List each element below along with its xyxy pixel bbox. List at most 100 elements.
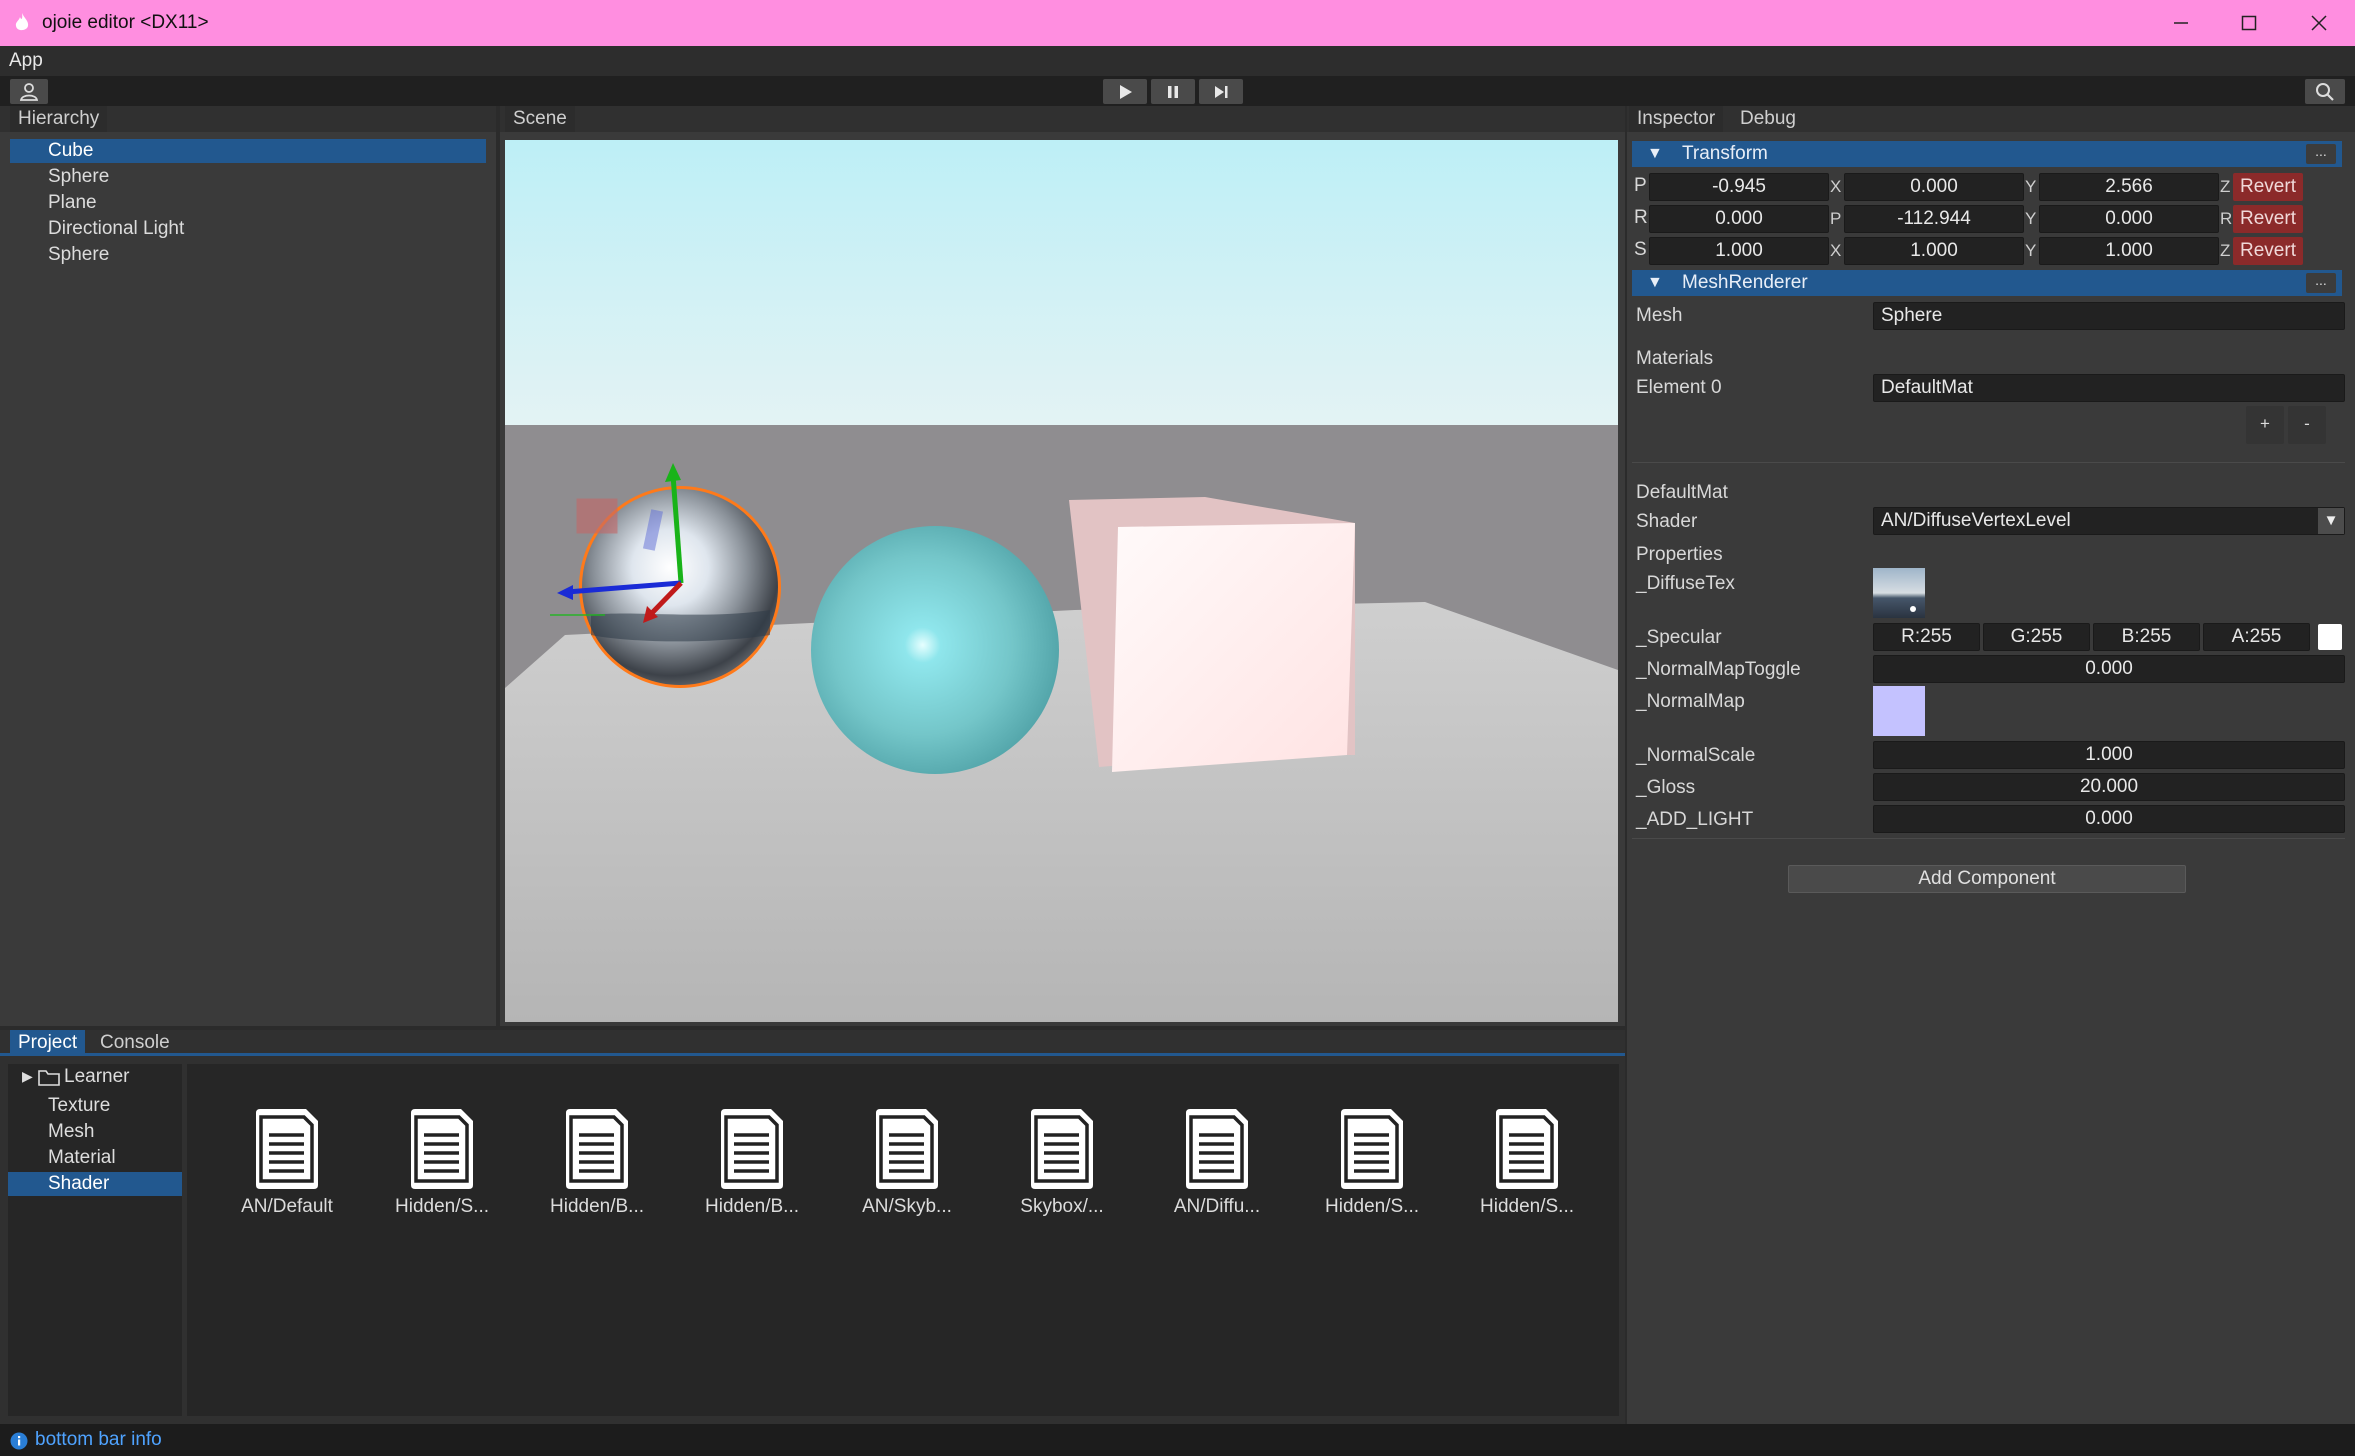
asset-item[interactable]: Hidden/B... [522,1105,652,1235]
asset-item[interactable]: AN/Skyb... [832,1105,962,1235]
hierarchy-item-directional-light[interactable]: Directional Light [10,217,184,241]
search-button[interactable] [2305,79,2345,104]
add-component-button[interactable]: Add Component [1788,865,2186,893]
asset-item[interactable]: Skybox/... [987,1105,1117,1235]
step-button[interactable] [1199,79,1243,104]
hierarchy-item-sphere-2[interactable]: Sphere [10,243,109,267]
material-name-label: DefaultMat [1636,482,1728,503]
position-revert-button[interactable]: Revert [2233,173,2303,201]
asset-item[interactable]: Hidden/B... [677,1105,807,1235]
asset-item[interactable]: Hidden/S... [1452,1105,1582,1235]
tab-project[interactable]: Project [10,1030,86,1056]
hierarchy-item-cube[interactable]: Cube [10,139,486,163]
asset-name: Hidden/B... [705,1196,799,1217]
folder-learner[interactable]: Learner [64,1066,130,1088]
diffuse-texture-thumbnail[interactable] [1873,568,1925,618]
tab-console[interactable]: Console [92,1030,178,1056]
document-icon [721,1109,783,1189]
diffuse-tex-label: _DiffuseTex [1636,573,1735,594]
scale-z-field[interactable]: 1.000 [2039,237,2219,265]
mesh-field[interactable]: Sphere [1873,302,2345,330]
folder-shader[interactable]: Shader [8,1172,182,1196]
title-bar: ojoie editor <DX11> [0,0,2355,46]
gloss-field[interactable]: 20.000 [1873,773,2345,801]
folder-material[interactable]: Material [8,1146,182,1170]
position-z-field[interactable]: 2.566 [2039,173,2219,201]
minimize-button[interactable] [2147,0,2215,46]
materials-label: Materials [1636,348,1714,369]
asset-item[interactable]: Hidden/S... [1297,1105,1427,1235]
add-material-button[interactable]: + [2246,406,2284,444]
normal-map-toggle-field[interactable]: 0.000 [1873,655,2345,683]
scale-y-field[interactable]: 1.000 [1844,237,2024,265]
specular-a-field[interactable]: A:255 [2203,623,2310,651]
toolbar [0,76,2355,106]
folder-texture[interactable]: Texture [8,1094,182,1118]
gizmo-plane-handle[interactable] [576,498,618,534]
tab-debug[interactable]: Debug [1732,106,1804,132]
inspector-tabbar: Inspector Debug [1627,106,2355,132]
specular-g-field[interactable]: G:255 [1983,623,2090,651]
asset-item[interactable]: Hidden/S... [367,1105,497,1235]
pause-button[interactable] [1151,79,1195,104]
tab-hierarchy[interactable]: Hierarchy [10,106,108,132]
scale-x-field[interactable]: 1.000 [1649,237,1829,265]
shader-dropdown[interactable]: AN/DiffuseVertexLevel ▼ [1873,507,2345,535]
user-button[interactable] [10,79,48,104]
meshrenderer-more-button[interactable]: ... [2306,273,2336,293]
rotation-p-field[interactable]: 0.000 [1649,205,1829,233]
element0-label: Element 0 [1636,377,1722,398]
menu-app[interactable]: App [9,50,43,72]
transform-header[interactable]: ▼ Transform ... [1632,141,2342,167]
collapse-triangle-icon: ▼ [1647,274,1663,291]
position-y-field[interactable]: 0.000 [1844,173,2024,201]
add-light-field[interactable]: 0.000 [1873,805,2345,833]
specular-r-field[interactable]: R:255 [1873,623,1980,651]
gloss-label: _Gloss [1636,777,1696,798]
document-icon [1186,1109,1248,1189]
specular-b-field[interactable]: B:255 [2093,623,2200,651]
hierarchy-item-sphere[interactable]: Sphere [10,165,109,189]
element0-field[interactable]: DefaultMat [1873,374,2345,402]
tab-inspector[interactable]: Inspector [1629,106,1724,132]
position-x-field[interactable]: -0.945 [1649,173,1829,201]
user-icon [19,82,39,101]
scale-revert-button[interactable]: Revert [2233,237,2303,265]
axis-z-label: Z [2220,241,2231,260]
asset-item[interactable]: AN/Default [212,1105,342,1235]
folder-mesh[interactable]: Mesh [8,1120,182,1144]
tab-scene[interactable]: Scene [505,106,575,132]
meshrenderer-title: MeshRenderer [1682,272,1808,293]
document-icon [1341,1109,1403,1189]
cube-front[interactable] [1112,523,1355,772]
axis-x-label: X [1830,177,1842,196]
add-light-label: _ADD_LIGHT [1636,809,1754,830]
play-icon [1120,84,1132,99]
status-bar: bottom bar info [0,1424,2355,1456]
teal-sphere[interactable] [811,526,1059,774]
asset-name: Hidden/S... [395,1196,489,1217]
play-button[interactable] [1103,79,1147,104]
asset-item[interactable]: AN/Diffu... [1142,1105,1272,1235]
normal-map-thumbnail[interactable] [1873,686,1925,736]
transform-title: Transform [1682,143,1768,164]
meshrenderer-header[interactable]: ▼ MeshRenderer ... [1632,270,2342,296]
maximize-button[interactable] [2215,0,2283,46]
window-title: ojoie editor <DX11> [42,12,209,33]
document-icon [1496,1109,1558,1189]
chevron-down-icon[interactable]: ▼ [2318,508,2344,534]
rotation-revert-button[interactable]: Revert [2233,205,2303,233]
info-icon [10,1432,28,1450]
specular-color-swatch[interactable] [2318,624,2342,650]
maximize-icon [2241,15,2257,31]
axis-p-label: P [1830,209,1842,228]
hierarchy-item-plane[interactable]: Plane [10,191,97,215]
expand-triangle-icon[interactable]: ▶ [22,1068,33,1085]
transform-more-button[interactable]: ... [2306,144,2336,164]
rotation-y-field[interactable]: -112.944 [1844,205,2024,233]
scene-viewport[interactable] [505,140,1618,1022]
rotation-r-field[interactable]: 0.000 [2039,205,2219,233]
normal-scale-field[interactable]: 1.000 [1873,741,2345,769]
close-button[interactable] [2285,0,2353,46]
remove-material-button[interactable]: - [2288,406,2326,444]
